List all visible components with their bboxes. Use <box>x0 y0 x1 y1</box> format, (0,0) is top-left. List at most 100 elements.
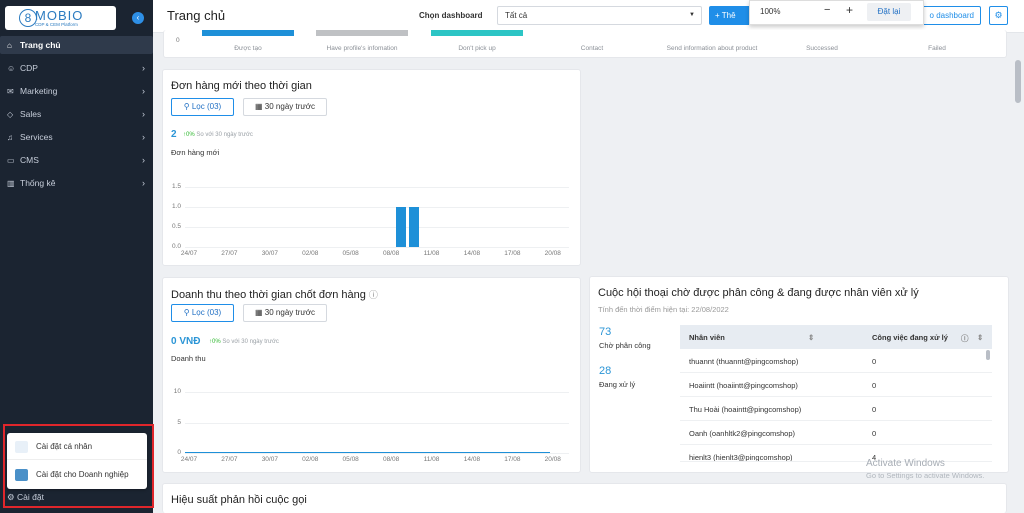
trend-up: ↑0% <box>209 339 221 345</box>
funnel-bar <box>316 30 408 36</box>
filter-icon: ⚲ <box>183 102 192 111</box>
grid-line <box>185 392 569 393</box>
sidebar-item-services[interactable]: ♫ Services › <box>0 128 153 146</box>
sidebar-item-cms[interactable]: ▭ CMS › <box>0 151 153 169</box>
conversations-subtitle: Tính đến thời điểm hiện tại: 22/08/2022 <box>598 305 729 314</box>
table-row[interactable]: hienlt3 (hienlt3@pingcomshop) 4 <box>680 445 992 462</box>
table-row[interactable]: Oanh (oanhltk2@pingcomshop) 0 <box>680 421 992 445</box>
personal-settings-icon <box>15 441 28 453</box>
menu-item-business-settings[interactable]: Cài đặt cho Doanh nghiệp <box>7 462 147 488</box>
chevron-right-icon: › <box>142 63 145 73</box>
revenue-filter-button[interactable]: ⚲ Lọc (03) <box>171 304 234 322</box>
table-scrollbar[interactable] <box>986 350 990 360</box>
help-icon[interactable]: ⓘ <box>369 290 378 300</box>
business-settings-icon <box>15 469 28 481</box>
settings-popup-menu: Cài đặt cá nhân Cài đặt cho Doanh nghiệp <box>7 433 147 489</box>
funnel-bar <box>202 30 294 36</box>
dashboard-select[interactable]: Tất cả ▼ <box>497 6 702 25</box>
revenue-date-button[interactable]: ▦ 30 ngày trước <box>243 304 327 322</box>
y-tick-label: 0 <box>177 449 181 456</box>
user-group-icon: ☺ <box>7 64 16 73</box>
line-point <box>225 452 266 453</box>
dashboard-button[interactable]: o dashboard <box>918 6 981 25</box>
sort-icon[interactable]: ⇕ <box>977 333 983 342</box>
orders-date-button[interactable]: ▦ 30 ngày trước <box>243 98 327 116</box>
headset-icon: ♫ <box>7 133 13 142</box>
line-point <box>185 452 226 453</box>
sidebar-item-label: Trang chủ <box>20 40 61 50</box>
x-tick-label: 08/08 <box>382 250 400 257</box>
staff-name: hienlt3 (hienlt3@pingcomshop) <box>689 453 793 462</box>
filter-icon: ⚲ <box>183 308 192 317</box>
page-title: Trang chủ <box>167 8 226 23</box>
page-scrollbar[interactable] <box>1015 60 1021 103</box>
sort-icon[interactable]: ⇕ <box>808 333 814 342</box>
menu-item-label: Cài đặt cá nhân <box>36 442 93 451</box>
y-tick-label: 0.0 <box>171 243 181 250</box>
line-point <box>346 452 388 453</box>
line-point <box>387 452 428 453</box>
trend-note: So với 30 ngày trước <box>196 132 253 138</box>
column-work[interactable]: Công việc đang xử lý <box>872 333 948 342</box>
orders-panel: Đơn hàng mới theo thời gian ⚲ Lọc (03) ▦… <box>162 69 581 266</box>
bar[interactable] <box>395 207 406 247</box>
staff-count: 0 <box>872 429 877 438</box>
menu-item-personal-settings[interactable]: Cài đặt cá nhân <box>7 434 147 460</box>
grid-line <box>185 187 569 188</box>
x-tick-label: 14/08 <box>463 456 481 463</box>
x-tick-label: 20/08 <box>544 250 561 257</box>
sidebar-item-statistics[interactable]: ▥ Thống kê › <box>0 174 153 192</box>
sidebar-item-cdp[interactable]: ☺ CDP › <box>0 59 153 77</box>
sidebar-item-label: CMS <box>20 155 39 165</box>
revenue-title: Doanh thu theo thời gian chốt đơn hàng ⓘ <box>171 288 378 301</box>
sidebar-item-label: Services <box>20 132 53 142</box>
collapse-sidebar-icon[interactable]: ‹ <box>132 12 144 24</box>
staff-count: 0 <box>872 381 877 390</box>
logo-name: MOBIO <box>35 8 84 23</box>
tag-icon: ◇ <box>7 110 14 119</box>
grid-line <box>185 207 569 208</box>
table-row[interactable]: Thu Hoài (hoaintt@pingcomshop) 0 <box>680 397 992 421</box>
orders-value: 2 <box>171 129 177 140</box>
zoom-reset-button[interactable]: Đặt lại <box>867 3 911 21</box>
menu-item-label: Cài đặt cho Doanh nghiệp <box>36 470 129 479</box>
table-row[interactable]: Hoaiintt (hoaiintt@pingcomshop) 0 <box>680 373 992 397</box>
sidebar-item-marketing[interactable]: ✉ Marketing › <box>0 82 153 100</box>
x-tick-label: 05/08 <box>342 456 359 463</box>
chevron-right-icon: › <box>142 132 145 142</box>
funnel-step-label: Được tạo <box>234 45 262 52</box>
trend-note: So với 30 ngày trước <box>222 339 279 345</box>
funnel-step-label: Have profile's infomation <box>326 45 398 52</box>
trend-up: ↑0% <box>183 132 195 138</box>
help-icon[interactable]: ⓘ <box>961 333 969 344</box>
x-tick-label: 11/08 <box>423 250 440 257</box>
orders-filter-button[interactable]: ⚲ Lọc (03) <box>171 98 234 116</box>
y-tick-label: 0.5 <box>171 223 181 230</box>
revenue-title-text: Doanh thu theo thời gian chốt đơn hàng <box>171 289 366 301</box>
waiting-label: Chờ phân công <box>599 341 651 350</box>
funnel-step-label: Failed <box>928 45 946 52</box>
staff-name: Oanh (oanhltk2@pingcomshop) <box>689 429 796 438</box>
settings-gear-icon[interactable]: ⚙ <box>989 6 1008 25</box>
zoom-in-button[interactable]: + <box>846 3 853 17</box>
funnel-step-label: Send information about product <box>666 45 758 52</box>
x-tick-label: 17/08 <box>504 456 521 463</box>
sidebar-item-home[interactable]: ⌂ Trang chủ <box>0 36 153 54</box>
sidebar-item-sales[interactable]: ◇ Sales › <box>0 105 153 123</box>
sidebar-item-label: Thống kê <box>20 178 56 188</box>
x-tick-label: 08/08 <box>382 456 400 463</box>
line-point <box>508 452 549 453</box>
zoom-out-button[interactable]: − <box>824 4 830 16</box>
x-tick-label: 02/08 <box>302 250 319 257</box>
bar[interactable] <box>409 207 420 247</box>
table-row[interactable]: thuannt (thuannt@pingcomshop) 0 <box>680 349 992 373</box>
column-staff[interactable]: Nhân viên <box>689 333 725 342</box>
chevron-right-icon: › <box>142 155 145 165</box>
conversations-title: Cuộc hội thoại chờ được phân công & đang… <box>598 287 919 299</box>
mobio-logo[interactable]: 8 MOBIO CDP & CEM Platform <box>5 6 116 30</box>
funnel-axis-zero: 0 <box>176 37 180 44</box>
funnel-step-label: Contact <box>580 45 604 52</box>
grid-line <box>185 247 569 248</box>
staff-name: Thu Hoài (hoaintt@pingcomshop) <box>689 405 802 414</box>
filter-label: Lọc (03) <box>191 308 222 317</box>
